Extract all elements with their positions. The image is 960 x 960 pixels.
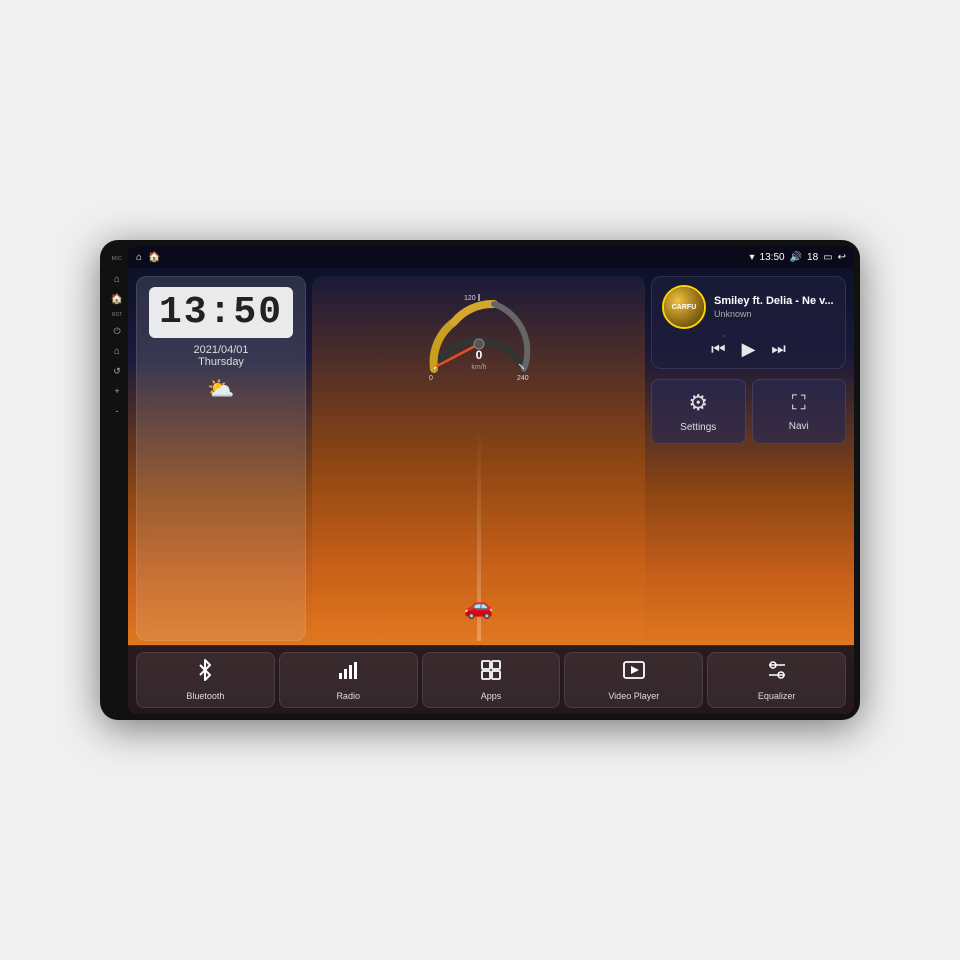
bottom-bar: Bluetooth Radio [128,645,854,714]
settings-tile[interactable]: ⚙ Settings [651,379,746,444]
speedometer-widget: 🚗 [312,276,645,641]
side-controls: MIC ⌂ 🏠 RST ⏻ ⌂ ↺ + - [106,246,128,714]
navi-label: Navi [789,421,809,432]
volume-level: 18 [807,252,818,263]
widgets-row: 13:50 2021/04/01 Thursday ⛅ [128,268,854,645]
play-button[interactable]: ▶ [742,339,756,360]
apps-icon [480,659,502,687]
svg-text:0: 0 [475,348,482,362]
screen: ⌂ 🏠 ▾ 13:50 🔊 18 ▭ ↩ [128,246,854,714]
equalizer-icon [766,659,788,687]
music-info: Smiley ft. Delia - Ne v... Unknown [714,295,835,319]
vol-down-side-btn[interactable]: - [110,404,124,418]
equalizer-button[interactable]: Equalizer [707,652,846,708]
home2-side-btn[interactable]: ⌂ [110,344,124,358]
music-artist: Unknown [714,309,835,319]
svg-text:0: 0 [429,375,433,382]
vol-up-side-btn[interactable]: + [110,384,124,398]
video-player-button[interactable]: Video Player [564,652,703,708]
rst-label: RST [112,312,122,318]
settings-icon: ⚙ [688,390,708,416]
clock-widget: 13:50 2021/04/01 Thursday ⛅ [136,276,306,641]
equalizer-label: Equalizer [758,691,796,701]
house-side-btn[interactable]: 🏠 [110,292,124,306]
navi-icon: ⛶ [792,392,806,415]
bluetooth-icon [194,659,216,687]
music-controls: ⏮ ▶ ⏭ [662,339,835,360]
weather-icon: ⛅ [207,376,234,402]
wifi-icon: ▾ [750,252,755,263]
car-icon: 🚗 [464,592,494,621]
svg-text:120: 120 [464,295,476,302]
main-content: 13:50 2021/04/01 Thursday ⛅ [128,268,854,714]
settings-navi-row: ⚙ Settings ⛶ Navi [651,379,846,444]
power-side-btn[interactable]: ⏻ [110,324,124,338]
speedo-gauge: 0 120 240 0 km/h [419,284,539,389]
home-icon[interactable]: ⌂ [136,252,142,263]
status-time: 13:50 [760,252,785,263]
next-button[interactable]: ⏭ [771,341,785,359]
mic-label: MIC [112,256,123,262]
music-top: CARFU Smiley ft. Delia - Ne v... Unknown [662,285,835,329]
back-side-btn[interactable]: ↺ [110,364,124,378]
status-bar: ⌂ 🏠 ▾ 13:50 🔊 18 ▭ ↩ [128,246,854,268]
svg-text:240: 240 [517,375,529,382]
bluetooth-label: Bluetooth [186,691,224,701]
album-logo: CARFU [664,287,704,327]
home-side-btn[interactable]: ⌂ [110,272,124,286]
battery-icon: ▭ [823,252,832,263]
right-column: CARFU Smiley ft. Delia - Ne v... Unknown… [651,276,846,641]
volume-icon: 🔊 [790,252,802,263]
radio-button[interactable]: Radio [279,652,418,708]
house-icon[interactable]: 🏠 [148,252,160,263]
video-player-icon [623,659,645,687]
car-head-unit: MIC ⌂ 🏠 RST ⏻ ⌂ ↺ + - ⌂ 🏠 ▾ 13:50 🔊 18 ▭… [100,240,860,720]
music-widget: CARFU Smiley ft. Delia - Ne v... Unknown… [651,276,846,369]
navi-tile[interactable]: ⛶ Navi [752,379,847,444]
svg-text:km/h: km/h [471,364,486,371]
music-title: Smiley ft. Delia - Ne v... [714,295,835,307]
prev-button[interactable]: ⏮ [711,341,725,359]
apps-label: Apps [481,691,502,701]
clock-time: 13:50 [149,287,293,338]
radio-label: Radio [336,691,360,701]
radio-icon [337,659,359,687]
settings-label: Settings [680,422,716,433]
album-art: CARFU [662,285,706,329]
back-icon[interactable]: ↩ [838,252,846,263]
bluetooth-button[interactable]: Bluetooth [136,652,275,708]
clock-date: 2021/04/01 Thursday [193,344,248,368]
video-player-label: Video Player [608,691,659,701]
apps-button[interactable]: Apps [422,652,561,708]
